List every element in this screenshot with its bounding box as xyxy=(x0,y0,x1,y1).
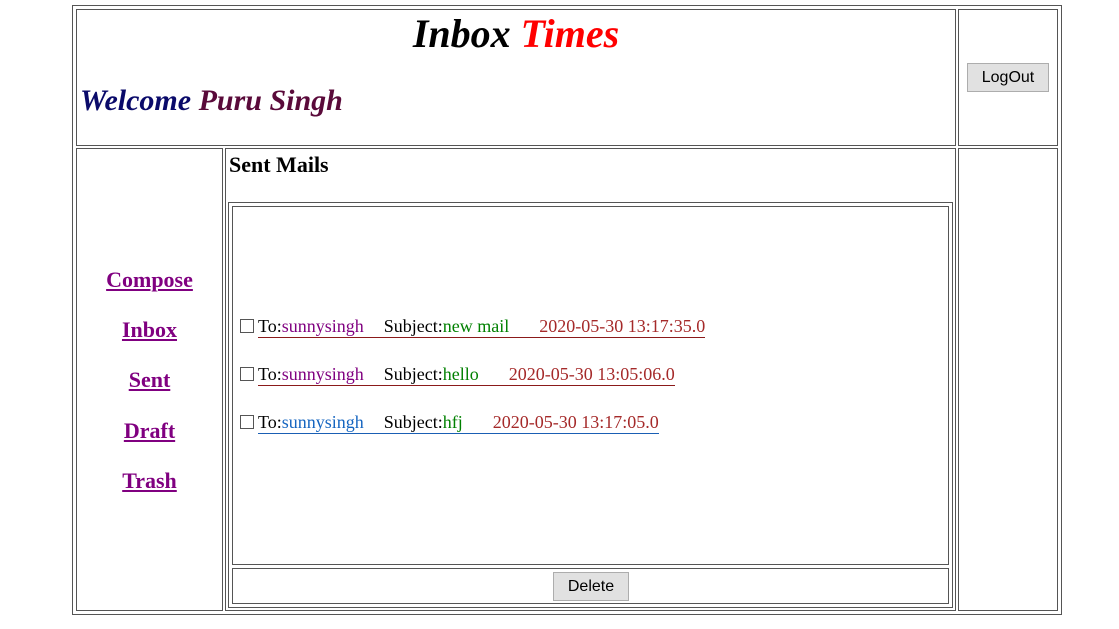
right-cell xyxy=(958,148,1058,611)
mail-link[interactable]: To:sunnysingh Subject:hello 2020-05-30 13:… xyxy=(258,363,675,386)
title-word-inbox: Inbox xyxy=(412,11,511,56)
mail-checkbox[interactable] xyxy=(240,319,254,333)
section-title: Sent Mails xyxy=(229,152,329,177)
subject-label: Subject: xyxy=(383,412,443,432)
user-name: Puru Singh xyxy=(198,84,343,117)
nav-inbox-link[interactable]: Inbox xyxy=(78,317,221,343)
mail-subject: new mail xyxy=(442,316,510,336)
mail-date: 2020-05-30 13:05:06.0 xyxy=(508,364,675,384)
welcome-text: Welcome Puru Singh xyxy=(80,84,343,118)
title-word-times: Times xyxy=(520,11,620,56)
subject-label: Subject: xyxy=(383,316,443,336)
logout-button[interactable]: LogOut xyxy=(967,63,1049,92)
mail-subject: hfj xyxy=(442,412,463,432)
nav-sent-link[interactable]: Sent xyxy=(78,367,221,393)
delete-button[interactable]: Delete xyxy=(553,572,629,601)
mail-link[interactable]: To:sunnysingh Subject:new mail 2020-05-30 … xyxy=(258,315,706,338)
mail-subject: hello xyxy=(442,364,479,384)
to-label: To: xyxy=(258,364,282,384)
mail-recipient: sunnysingh xyxy=(281,364,364,384)
to-label: To: xyxy=(258,316,282,336)
mail-checkbox[interactable] xyxy=(240,415,254,429)
to-label: To: xyxy=(258,412,282,432)
mail-recipient: sunnysingh xyxy=(281,316,364,336)
nav-compose-link[interactable]: Compose xyxy=(78,267,221,293)
welcome-label: Welcome xyxy=(80,84,192,117)
mail-row: To:sunnysingh Subject:new mail 2020-05-30 … xyxy=(240,315,706,339)
mail-link[interactable]: To:sunnysingh Subject:hfj 2020-05-30 13:17… xyxy=(258,411,659,434)
mail-row: To:sunnysingh Subject:hfj 2020-05-30 13:17… xyxy=(240,411,659,435)
mail-recipient: sunnysingh xyxy=(281,412,364,432)
page-title: Inbox Times xyxy=(77,12,955,56)
nav-trash-link[interactable]: Trash xyxy=(78,468,221,494)
mail-checkbox[interactable] xyxy=(240,367,254,381)
subject-label: Subject: xyxy=(383,364,443,384)
mail-date: 2020-05-30 13:17:05.0 xyxy=(492,412,659,432)
nav-draft-link[interactable]: Draft xyxy=(78,418,221,444)
mail-row: To:sunnysingh Subject:hello 2020-05-30 13:… xyxy=(240,363,675,387)
mail-date: 2020-05-30 13:17:35.0 xyxy=(539,316,706,336)
